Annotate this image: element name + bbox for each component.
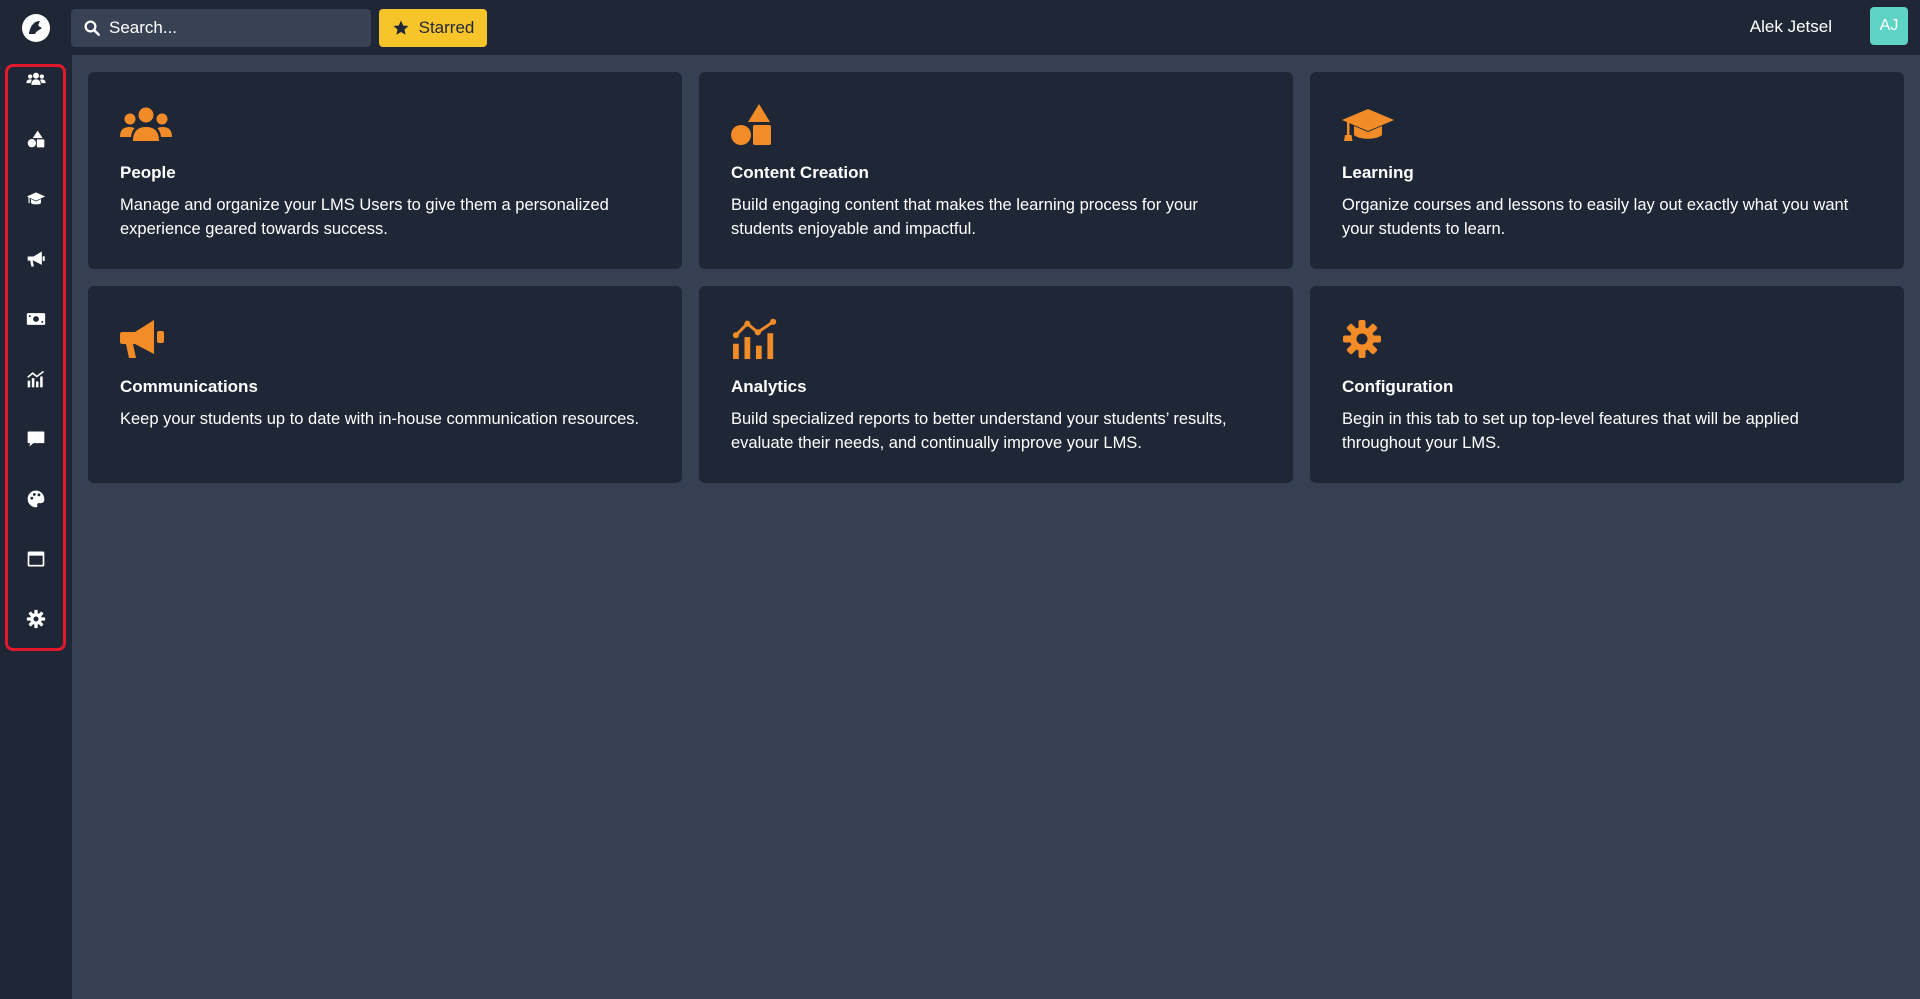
search-icon [84, 20, 100, 36]
card-title: Learning [1342, 163, 1414, 182]
card-learning[interactable]: Learning Organize courses and lessons to… [1310, 72, 1904, 269]
card-title: Communications [120, 377, 258, 396]
search-input[interactable] [109, 10, 371, 46]
money-bill-icon [26, 313, 46, 325]
card-title: Content Creation [731, 163, 869, 182]
sidebar-item-content-creation[interactable] [12, 115, 60, 163]
user-name[interactable]: Alek Jetsel [1750, 17, 1832, 37]
card-description: Begin in this tab to set up top-level fe… [1342, 410, 1799, 452]
card-description: Keep your students up to date with in-ho… [120, 410, 640, 428]
starred-label: Starred [418, 18, 475, 37]
megaphone-icon [120, 320, 164, 358]
sidebar-item-theme[interactable] [12, 475, 60, 523]
comment-icon [27, 431, 45, 447]
card-content-creation[interactable]: Content Creation Build engaging content … [699, 72, 1293, 269]
card-title: People [120, 163, 176, 182]
top-bar: Starred Alek Jetsel AJ [0, 0, 1920, 55]
card-title: Analytics [731, 377, 807, 396]
gear-icon [1343, 320, 1381, 358]
megaphone-icon [27, 251, 45, 267]
sidebar [0, 55, 72, 999]
sidebar-item-communications[interactable] [12, 235, 60, 283]
sidebar-item-analytics[interactable] [12, 355, 60, 403]
chart-icon [732, 318, 777, 360]
users-icon [120, 107, 172, 141]
starred-button[interactable]: Starred [379, 9, 487, 47]
star-icon [393, 20, 409, 35]
shapes-icon [731, 104, 771, 145]
gear-icon [26, 609, 46, 629]
card-description: Build specialized reports to better unde… [731, 410, 1227, 452]
avatar[interactable]: AJ [1870, 7, 1908, 45]
chart-icon [27, 370, 44, 388]
sidebar-item-people[interactable] [12, 55, 60, 103]
card-communications[interactable]: Communications Keep your students up to … [88, 286, 682, 483]
users-icon [26, 72, 46, 85]
card-people[interactable]: People Manage and organize your LMS User… [88, 72, 682, 269]
sidebar-item-configuration[interactable] [12, 595, 60, 643]
card-analytics[interactable]: Analytics Build specialized reports to b… [699, 286, 1293, 483]
card-title: Configuration [1342, 377, 1454, 396]
sidebar-item-learning[interactable] [12, 175, 60, 223]
graduation-cap-icon [26, 192, 46, 205]
shapes-icon [27, 130, 45, 148]
graduation-cap-icon [1342, 109, 1394, 141]
card-description: Build engaging content that makes the le… [731, 196, 1198, 238]
window-icon [27, 551, 45, 567]
card-description: Organize courses and lessons to easily l… [1342, 196, 1849, 238]
search-box[interactable] [71, 9, 371, 47]
card-description: Manage and organize your LMS Users to gi… [120, 196, 609, 238]
logo-icon[interactable] [20, 12, 52, 44]
sidebar-item-pages[interactable] [12, 535, 60, 583]
sidebar-item-commerce[interactable] [12, 295, 60, 343]
palette-icon [27, 490, 45, 508]
sidebar-item-messages[interactable] [12, 415, 60, 463]
card-configuration[interactable]: Configuration Begin in this tab to set u… [1310, 286, 1904, 483]
